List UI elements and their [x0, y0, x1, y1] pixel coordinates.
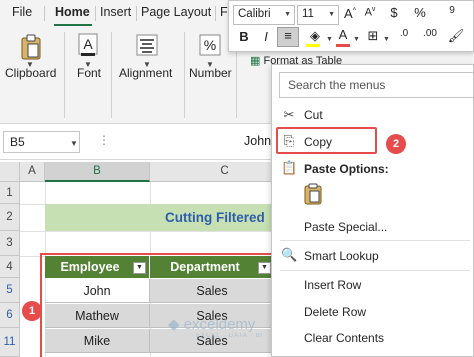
menu-item-cut[interactable]: Cut: [304, 108, 323, 122]
watermark-icon: ◆: [168, 316, 180, 333]
decrease-font-size-icon[interactable]: Av: [361, 6, 379, 19]
decrease-decimal-icon[interactable]: .0: [393, 28, 415, 39]
tab-divider: [95, 6, 96, 21]
menu-search-placeholder: Search the menus: [288, 78, 386, 92]
menu-item-insert-row[interactable]: Insert Row: [304, 278, 361, 292]
svg-text:%: %: [204, 37, 216, 53]
watermark-name: exceldemy: [183, 316, 256, 333]
menu-item-delete-row[interactable]: Delete Row: [304, 305, 366, 319]
svg-text:A: A: [83, 36, 93, 52]
paste-options-heading: Paste Options:: [304, 162, 389, 176]
row-header-1[interactable]: 1: [0, 182, 20, 204]
sheet-title-cell[interactable]: Cutting Filtered: [45, 204, 275, 231]
paste-option-icon[interactable]: [304, 183, 322, 205]
name-box[interactable]: B5: [3, 131, 80, 153]
center-align-icon[interactable]: ≡: [277, 27, 299, 47]
mini-toolbar: Calibri ▼ 11 ▼ A^ Av $ % 9 B I ≡ ◈ ▼ A ▼…: [228, 0, 474, 52]
step-badge-2: 2: [386, 134, 406, 154]
select-all-corner[interactable]: [0, 162, 20, 182]
font-icon: A: [78, 33, 98, 56]
formula-bar-content[interactable]: John: [244, 134, 271, 148]
table-icon: ▦: [250, 55, 261, 67]
tab-formulas[interactable]: F: [220, 5, 228, 19]
font-size-value: 11: [302, 8, 314, 20]
row-header-11[interactable]: 11: [0, 328, 20, 357]
bold-icon[interactable]: B: [235, 29, 253, 44]
column-header-a[interactable]: A: [20, 162, 45, 182]
group-divider: [184, 32, 185, 118]
chevron-down-icon: ▼: [328, 11, 335, 18]
scissors-icon: ✂: [283, 107, 295, 122]
menu-divider: [280, 270, 470, 271]
increase-decimal-icon[interactable]: .00: [419, 28, 441, 39]
search-icon: 🔍: [281, 247, 298, 262]
alignment-group-label: Alignment: [119, 66, 173, 80]
menu-item-clear-contents[interactable]: Clear Contents: [304, 331, 384, 345]
font-name-value: Calibri: [238, 8, 271, 20]
row-header-5[interactable]: 5: [0, 278, 20, 303]
paste-icon: [21, 34, 41, 60]
font-size-box[interactable]: 11 ▼: [297, 5, 339, 25]
row-header-6[interactable]: 6: [0, 303, 20, 328]
italic-icon[interactable]: I: [257, 29, 275, 44]
menu-item-paste-special[interactable]: Paste Special...: [304, 220, 387, 234]
tab-home[interactable]: Home: [55, 5, 90, 19]
paste-icon: 📋: [281, 160, 298, 175]
fill-color-icon[interactable]: ◈: [303, 28, 327, 47]
row-header-3[interactable]: 3: [0, 231, 20, 256]
align-center-icon: [136, 34, 158, 56]
number-group-label: Number: [189, 66, 232, 80]
tab-divider: [44, 6, 45, 21]
menu-divider: [280, 240, 470, 241]
font-group-label: Font: [77, 66, 102, 80]
increase-font-size-icon[interactable]: A^: [341, 6, 359, 21]
percent-style-icon[interactable]: %: [411, 5, 429, 20]
watermark-tagline: EXCEL · DATA · BI: [196, 333, 264, 339]
format-painter-icon[interactable]: 🖌: [445, 28, 467, 44]
copy-highlight-box: [276, 127, 377, 154]
menu-item-cut-label: Cut: [304, 108, 323, 122]
step-badge-1: 1: [22, 301, 42, 321]
tab-insert[interactable]: Insert: [100, 5, 131, 19]
tab-divider: [215, 6, 216, 21]
menu-item-smart-lookup[interactable]: Smart Lookup: [304, 249, 379, 263]
tab-file[interactable]: File: [12, 5, 32, 19]
font-name-box[interactable]: Calibri ▼: [233, 5, 295, 25]
font-color-letter: A: [338, 27, 348, 42]
borders-icon[interactable]: ⊞: [363, 28, 383, 44]
comma-style-icon[interactable]: 9: [437, 5, 467, 16]
name-box-value: B5: [10, 135, 25, 149]
row-header-2[interactable]: 2: [0, 204, 20, 231]
context-menu: [271, 64, 474, 357]
percent-icon: %: [199, 34, 221, 56]
watermark-logo: ◆ exceldemy: [168, 315, 255, 333]
chevron-down-icon: ▼: [284, 11, 291, 18]
currency-format-icon[interactable]: $: [385, 5, 403, 20]
menu-search-box[interactable]: Search the menus: [279, 72, 474, 98]
group-divider: [111, 32, 112, 118]
row-header-4[interactable]: 4: [0, 256, 20, 278]
clipboard-group-label: Clipboard: [5, 66, 57, 80]
group-divider: [64, 32, 65, 118]
selection-highlight: [40, 253, 280, 357]
formula-bar-handle-icon[interactable]: ⋮: [98, 133, 110, 147]
tab-divider: [136, 6, 137, 21]
tab-page-layout[interactable]: Page Layout: [141, 5, 211, 19]
font-color-icon[interactable]: A: [333, 27, 353, 47]
chevron-down-icon[interactable]: ▼: [70, 139, 78, 148]
column-header-b[interactable]: B: [45, 162, 150, 182]
